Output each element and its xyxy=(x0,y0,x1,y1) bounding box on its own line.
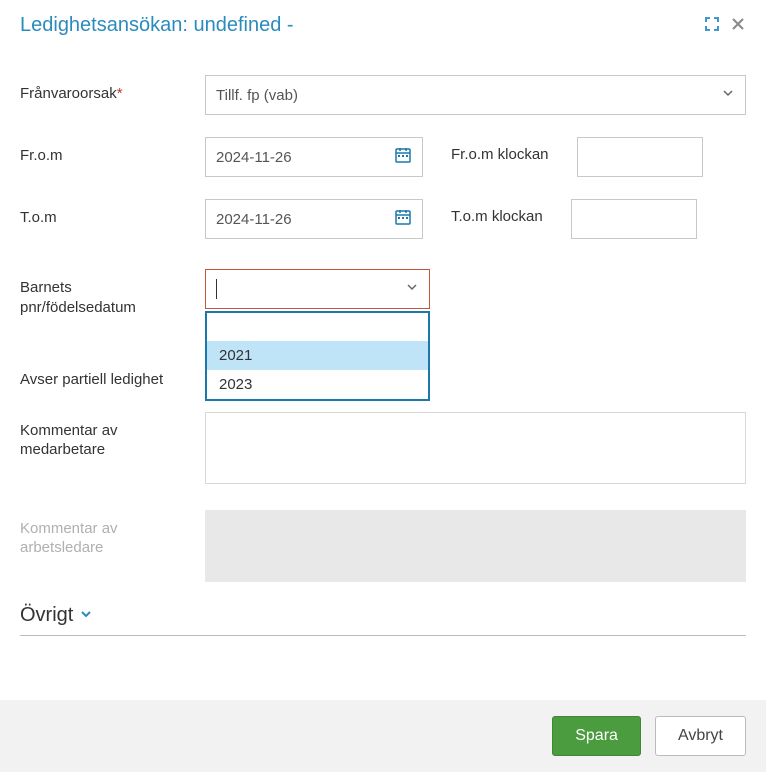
collapse-other[interactable]: Övrigt xyxy=(20,604,746,636)
label-comment-emp: Kommentar av medarbetare xyxy=(20,412,185,460)
dialog-footer: Spara Avbryt xyxy=(0,700,766,772)
label-to-date: T.o.m xyxy=(20,199,185,228)
chevron-down-icon xyxy=(721,86,735,104)
child-input[interactable] xyxy=(205,269,430,309)
dropdown-option[interactable]: 2023 xyxy=(207,370,428,399)
reason-value: Tillf. fp (vab) xyxy=(216,87,298,104)
row-child: Barnets pnr/födelsedatum 2021 2023 xyxy=(20,269,746,317)
label-child: Barnets pnr/födelsedatum xyxy=(20,269,185,317)
chevron-down-icon xyxy=(405,280,419,298)
text-cursor xyxy=(216,279,217,299)
form: Frånvaroorsak* Tillf. fp (vab) Fr.o.m 20… xyxy=(0,47,766,582)
from-date-value: 2024-11-26 xyxy=(216,149,292,166)
dialog-header: Ledighetsansökan: undefined - xyxy=(0,0,766,47)
cancel-button[interactable]: Avbryt xyxy=(655,716,746,756)
label-reason: Frånvaroorsak* xyxy=(20,75,185,104)
expand-icon[interactable] xyxy=(704,16,720,36)
chevron-down-icon xyxy=(79,604,93,627)
from-date-input[interactable]: 2024-11-26 xyxy=(205,137,423,177)
to-time-input[interactable] xyxy=(571,199,697,239)
calendar-icon[interactable] xyxy=(394,146,412,168)
label-from-date: Fr.o.m xyxy=(20,137,185,166)
close-icon[interactable] xyxy=(730,16,746,36)
dropdown-option[interactable]: 2021 xyxy=(207,341,428,370)
dropdown-option-blank[interactable] xyxy=(207,313,428,341)
dialog-title: Ledighetsansökan: undefined - xyxy=(20,14,294,37)
collapse-label: Övrigt xyxy=(20,604,73,627)
label-comment-mgr: Kommentar av arbetsledare xyxy=(20,510,185,558)
child-combo: 2021 2023 xyxy=(205,269,430,309)
label-to-time: T.o.m klockan xyxy=(451,199,543,225)
header-controls xyxy=(704,16,746,36)
to-date-value: 2024-11-26 xyxy=(216,211,292,228)
label-from-time: Fr.o.m klockan xyxy=(451,137,549,163)
row-reason: Frånvaroorsak* Tillf. fp (vab) xyxy=(20,75,746,115)
child-dropdown-list: 2021 2023 xyxy=(205,311,430,401)
calendar-icon[interactable] xyxy=(394,208,412,230)
from-time-input[interactable] xyxy=(577,137,703,177)
label-partial: Avser partiell ledighet xyxy=(20,361,185,390)
to-date-input[interactable]: 2024-11-26 xyxy=(205,199,423,239)
row-to: T.o.m 2024-11-26 T.o.m klockan xyxy=(20,199,746,239)
row-from: Fr.o.m 2024-11-26 Fr.o.m klockan xyxy=(20,137,746,177)
row-comment-emp: Kommentar av medarbetare xyxy=(20,412,746,488)
comment-employee-textarea[interactable] xyxy=(205,412,746,484)
comment-manager-textarea xyxy=(205,510,746,582)
save-button[interactable]: Spara xyxy=(552,716,641,756)
row-comment-mgr: Kommentar av arbetsledare xyxy=(20,510,746,582)
reason-select[interactable]: Tillf. fp (vab) xyxy=(205,75,746,115)
